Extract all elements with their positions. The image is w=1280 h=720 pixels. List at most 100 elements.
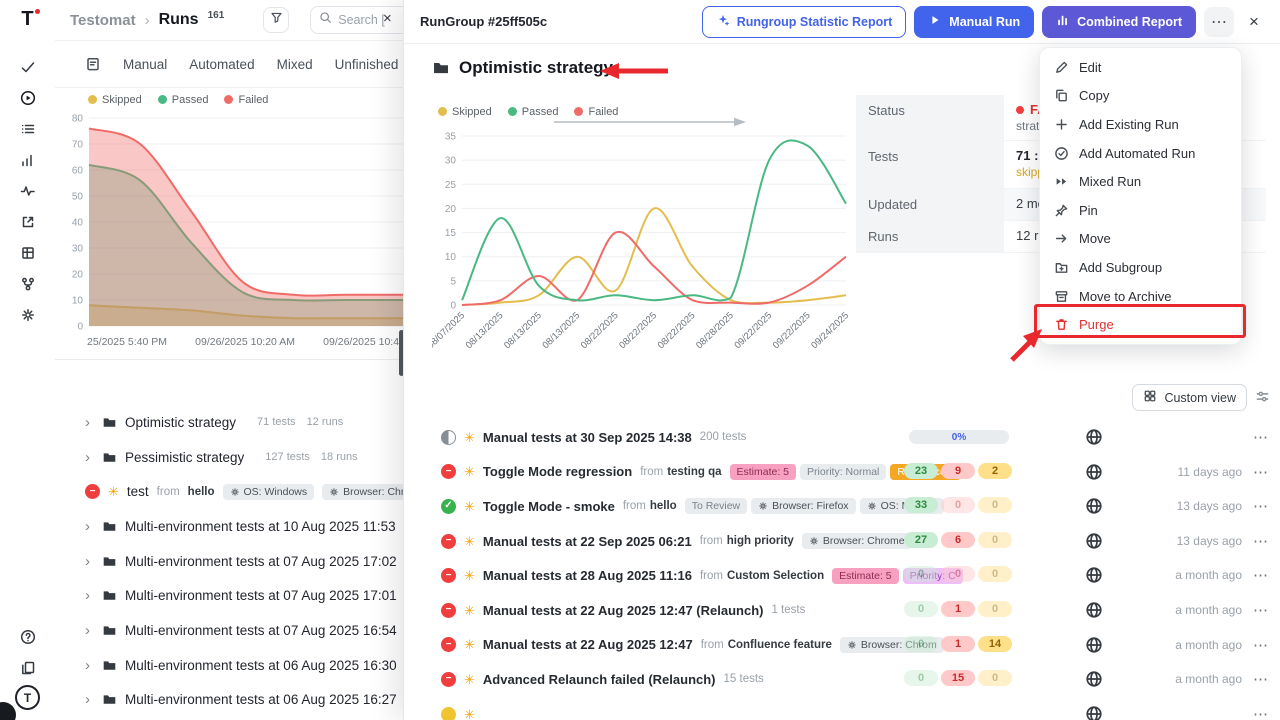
chevron-right-icon[interactable]: ›: [85, 588, 94, 603]
folder-name[interactable]: Multi-environment tests at 06 Aug 2025 1…: [125, 658, 397, 673]
spark-icon: ✳: [464, 500, 475, 513]
menu-item-pin[interactable]: Pin: [1040, 196, 1241, 225]
rail-item-runs[interactable]: [14, 84, 42, 112]
env-badge: Browser: Chrome: [802, 533, 912, 549]
rail-item-branches[interactable]: [14, 270, 42, 298]
run-menu-button[interactable]: ⋯: [1253, 566, 1268, 584]
tab-manual[interactable]: Manual: [123, 57, 167, 72]
manual-run-button[interactable]: Manual Run: [914, 6, 1034, 38]
rail-item-pulse[interactable]: [14, 177, 42, 205]
custom-view-button[interactable]: Custom view: [1132, 384, 1247, 411]
run-title[interactable]: Manual tests at 30 Sep 2025 14:38: [483, 430, 692, 445]
run-source: hello: [188, 486, 215, 498]
run-title[interactable]: Manual tests at 22 Sep 2025 06:21: [483, 534, 692, 549]
menu-item-edit[interactable]: Edit: [1040, 53, 1241, 82]
svg-text:30: 30: [72, 244, 84, 255]
folder-name[interactable]: Multi-environment tests at 07 Aug 2025 1…: [125, 623, 397, 638]
filter-button[interactable]: [263, 7, 289, 33]
rail-item-help[interactable]: [14, 623, 42, 651]
run-menu-button[interactable]: ⋯: [1253, 705, 1268, 720]
failed-dot-icon: [1016, 106, 1024, 114]
menu-item-add-subgroup[interactable]: Add Subgroup: [1040, 253, 1241, 282]
runs-list: ✳ Manual tests at 30 Sep 2025 14:38 200 …: [404, 420, 1280, 720]
globe-icon: [1085, 670, 1103, 688]
chevron-right-icon[interactable]: ›: [85, 658, 94, 673]
run-title[interactable]: Advanced Relaunch failed (Relaunch): [483, 672, 716, 687]
x-axis-label: 09/26/2025 10:20 AM: [195, 336, 295, 348]
menu-item-add-existing-run[interactable]: Add Existing Run: [1040, 110, 1241, 139]
rail-item-export[interactable]: [14, 208, 42, 236]
tab-automated[interactable]: Automated: [189, 57, 254, 72]
folder-plus-icon: [1054, 260, 1069, 275]
more-actions-button[interactable]: ⋯: [1204, 7, 1234, 37]
run-row-main: − ✳ Manual tests at 22 Aug 2025 12:47 fr…: [441, 628, 944, 663]
folder-name[interactable]: Multi-environment tests at 06 Aug 2025 1…: [125, 692, 397, 707]
menu-item-add-automated-run[interactable]: Add Automated Run: [1040, 139, 1241, 168]
run-menu-button[interactable]: ⋯: [1253, 670, 1268, 688]
folder-meta-item: 18 runs: [321, 451, 358, 463]
folder-name[interactable]: Multi-environment tests at 07 Aug 2025 1…: [125, 554, 397, 569]
run-menu-button[interactable]: ⋯: [1253, 532, 1268, 550]
view-settings-icon[interactable]: [1255, 389, 1270, 409]
rail-item-reports[interactable]: [14, 239, 42, 267]
button-label: Manual Run: [949, 15, 1020, 29]
run-title[interactable]: Toggle Mode regression: [483, 464, 632, 479]
run-row[interactable]: − ✳ Manual tests at 22 Aug 2025 12:47 fr…: [404, 628, 1280, 663]
rail-item-plans[interactable]: [14, 115, 42, 143]
folder-name[interactable]: Pessimistic strategy: [125, 450, 244, 465]
menu-item-copy[interactable]: Copy: [1040, 82, 1241, 111]
chevron-right-icon[interactable]: ›: [85, 623, 94, 638]
run-row[interactable]: − ✳ Manual tests at 22 Sep 2025 06:21 fr…: [404, 524, 1280, 559]
run-menu-button[interactable]: ⋯: [1253, 463, 1268, 481]
run-row[interactable]: ✳ ⋯: [404, 697, 1280, 720]
menu-item-move[interactable]: Move: [1040, 225, 1241, 254]
user-avatar[interactable]: T: [15, 685, 40, 710]
rail-item-analytics[interactable]: [14, 146, 42, 174]
tab-unfinished[interactable]: Unfinished: [335, 57, 399, 72]
folder-icon: [102, 554, 117, 569]
combined-report-button[interactable]: Combined Report: [1042, 6, 1196, 38]
run-title[interactable]: Manual tests at 22 Aug 2025 12:47: [483, 637, 693, 652]
run-subtitle: 200 tests: [700, 431, 747, 443]
rungroup-statistic-report-button[interactable]: Rungroup Statistic Report: [702, 6, 907, 38]
run-menu-button[interactable]: ⋯: [1253, 428, 1268, 446]
tab-mixed[interactable]: Mixed: [277, 57, 313, 72]
run-title[interactable]: Manual tests at 22 Aug 2025 12:47 (Relau…: [483, 603, 764, 618]
run-row[interactable]: − ✳ Toggle Mode regression fromtesting q…: [404, 455, 1280, 490]
chevron-right-icon[interactable]: ›: [85, 692, 94, 707]
spark-icon: ✳: [108, 485, 119, 498]
run-menu-button[interactable]: ⋯: [1253, 601, 1268, 619]
run-menu-button[interactable]: ⋯: [1253, 497, 1268, 515]
chevron-right-icon[interactable]: ›: [85, 450, 94, 465]
rail-item-tests[interactable]: [14, 53, 42, 81]
rail-nav: [14, 53, 42, 332]
run-row[interactable]: ✓ ✳ Toggle Mode - smoke fromhello To Rev…: [404, 489, 1280, 524]
folder-name[interactable]: Optimistic strategy: [125, 415, 236, 430]
search-clear-button[interactable]: ×: [383, 10, 392, 27]
folder-name[interactable]: test: [127, 484, 149, 499]
chart-legend: SkippedPassedFailed: [88, 94, 268, 106]
run-title[interactable]: Toggle Mode - smoke: [483, 499, 615, 514]
chevron-right-icon[interactable]: ›: [85, 554, 94, 569]
breadcrumb-app[interactable]: Testomat: [70, 12, 136, 29]
chevron-right-icon[interactable]: ›: [85, 415, 94, 430]
rail-item-settings[interactable]: [14, 301, 42, 329]
run-row[interactable]: − ✳ Advanced Relaunch failed (Relaunch) …: [404, 662, 1280, 697]
run-status-icon: −: [441, 672, 456, 687]
folder-icon: [102, 658, 117, 673]
menu-item-mixed-run[interactable]: Mixed Run: [1040, 167, 1241, 196]
run-row[interactable]: − ✳ Manual tests at 28 Aug 2025 11:16 fr…: [404, 558, 1280, 593]
app-logo[interactable]: T: [21, 8, 33, 31]
close-panel-button[interactable]: ×: [1242, 7, 1266, 37]
neutral-badge: To Review: [685, 498, 747, 514]
rail-item-docs[interactable]: [14, 654, 42, 682]
run-title[interactable]: Manual tests at 28 Aug 2025 11:16: [483, 568, 692, 583]
chevron-right-icon[interactable]: ›: [85, 519, 94, 534]
run-row[interactable]: − ✳ Manual tests at 22 Aug 2025 12:47 (R…: [404, 593, 1280, 628]
run-menu-button[interactable]: ⋯: [1253, 636, 1268, 654]
run-row[interactable]: ✳ Manual tests at 30 Sep 2025 14:38 200 …: [404, 420, 1280, 455]
group-title-row: Optimistic strategy: [432, 58, 613, 78]
folder-name[interactable]: Multi-environment tests at 07 Aug 2025 1…: [125, 588, 397, 603]
folder-name[interactable]: Multi-environment tests at 10 Aug 2025 1…: [125, 519, 396, 534]
help-icon: [20, 629, 36, 645]
